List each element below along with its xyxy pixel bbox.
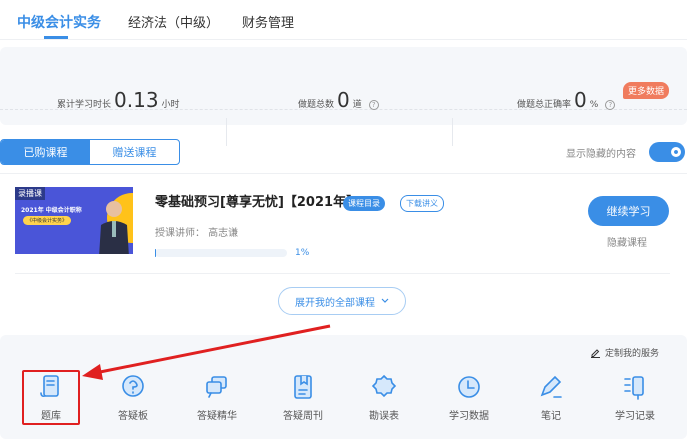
annotation-arrow bbox=[82, 324, 331, 380]
